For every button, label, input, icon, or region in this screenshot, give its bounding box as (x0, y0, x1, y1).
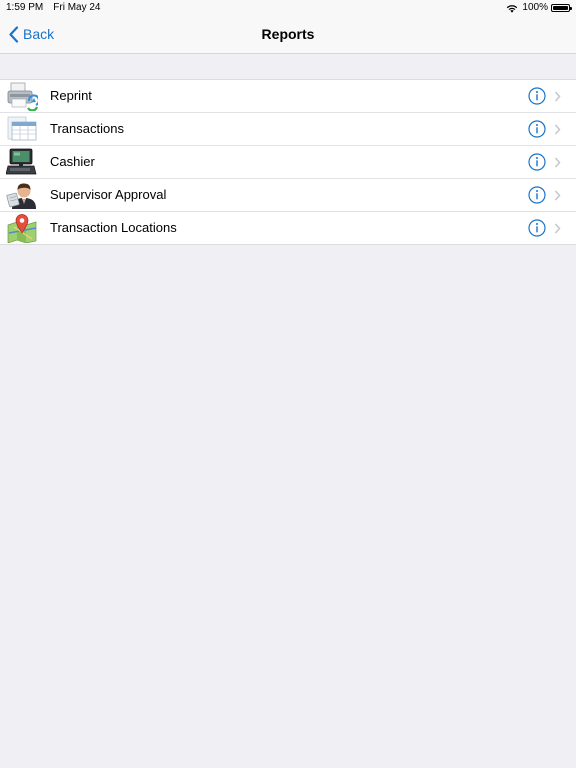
list-item-label: Transaction Locations (50, 220, 177, 235)
info-icon[interactable] (528, 87, 546, 105)
chevron-right-icon (554, 124, 561, 135)
status-indicators: 100% (506, 0, 572, 16)
chevron-right-icon (554, 157, 561, 168)
navigation-bar: Reports Back (0, 16, 576, 54)
cash-register-icon (6, 148, 37, 175)
status-date: Fri May 24 (53, 2, 101, 13)
reports-list: Reprint Transactions Cashier Supervisor … (0, 79, 576, 245)
info-icon[interactable] (528, 186, 546, 204)
chevron-right-icon (554, 223, 561, 234)
list-item-transaction-locations[interactable]: Transaction Locations (0, 212, 576, 244)
list-item-label: Cashier (50, 154, 95, 169)
info-icon[interactable] (528, 219, 546, 237)
chevron-right-icon (554, 91, 561, 102)
back-button-label: Back (23, 26, 55, 42)
battery-icon (551, 4, 572, 12)
battery-percent: 100% (522, 2, 548, 13)
list-item-supervisor-approval[interactable]: Supervisor Approval (0, 179, 576, 212)
supervisor-icon (6, 183, 36, 209)
info-icon[interactable] (528, 120, 546, 138)
status-time-date: 1:59 PM Fri May 24 (6, 0, 100, 16)
list-item-transactions[interactable]: Transactions (0, 113, 576, 146)
map-pin-icon (7, 214, 37, 243)
status-bar: 1:59 PM Fri May 24 100% (0, 0, 576, 16)
list-item-cashier[interactable]: Cashier (0, 146, 576, 179)
chevron-right-icon (554, 190, 561, 201)
list-item-label: Transactions (50, 121, 124, 136)
transactions-icon (7, 116, 37, 141)
back-button[interactable]: Back (8, 16, 54, 52)
page-title: Reports (261, 26, 315, 42)
printer-icon (7, 82, 38, 111)
list-item-label: Reprint (50, 88, 92, 103)
list-item-reprint[interactable]: Reprint (0, 80, 576, 113)
chevron-left-icon (9, 25, 19, 43)
status-time: 1:59 PM (6, 2, 44, 13)
info-icon[interactable] (528, 153, 546, 171)
wifi-icon (507, 4, 518, 13)
list-item-label: Supervisor Approval (50, 187, 167, 202)
